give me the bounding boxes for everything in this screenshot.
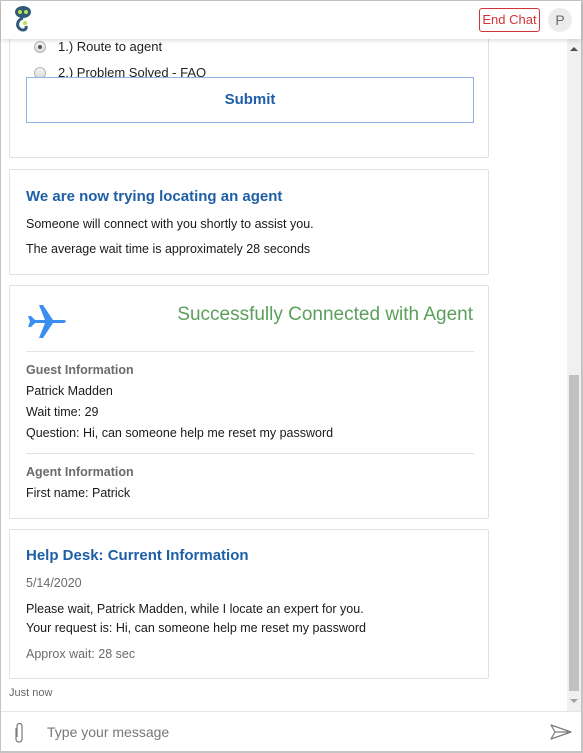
card-text: Your request is: Hi, can someone help me… xyxy=(26,621,366,635)
end-chat-button[interactable]: End Chat xyxy=(479,8,540,32)
guest-question: Question: Hi, can someone help me reset … xyxy=(26,426,334,440)
options-card: 1.) Route to agent 2.) Problem Solved - … xyxy=(9,39,489,158)
message-composer xyxy=(1,711,581,751)
date: 5/14/2020 xyxy=(26,576,82,590)
locating-agent-card: We are now trying locating an agent Some… xyxy=(9,169,489,275)
message-timestamp: Just now xyxy=(9,687,53,699)
chat-window: End Chat P 1.) Route to agent 2.) Proble… xyxy=(1,1,581,751)
robot-bot-icon xyxy=(15,6,31,32)
send-icon[interactable] xyxy=(550,724,572,740)
card-text: The average wait time is approximately 2… xyxy=(26,242,311,256)
agent-first-name: First name: Patrick xyxy=(26,486,131,500)
message-input[interactable] xyxy=(47,720,527,744)
user-avatar: P xyxy=(548,8,572,32)
card-title: Help Desk: Current Information xyxy=(26,547,249,564)
guest-name: Patrick Madden xyxy=(26,384,113,398)
divider xyxy=(26,453,474,454)
approx-wait: Approx wait: 28 sec xyxy=(26,647,136,661)
paperclip-icon[interactable] xyxy=(13,722,25,744)
card-title: We are now trying locating an agent xyxy=(26,188,283,205)
connected-title: Successfully Connected with Agent xyxy=(177,304,473,325)
helpdesk-card: Help Desk: Current Information 5/14/2020… xyxy=(9,529,489,679)
divider xyxy=(26,351,474,352)
submit-button[interactable]: Submit xyxy=(26,77,474,123)
transcript-scrollbar[interactable] xyxy=(567,39,581,711)
radio-button-checked[interactable] xyxy=(34,40,46,53)
wait-time: Wait time: 29 xyxy=(26,405,99,419)
scroll-thumb[interactable] xyxy=(569,375,579,691)
chat-transcript: 1.) Route to agent 2.) Problem Solved - … xyxy=(1,39,567,711)
chat-header: End Chat P xyxy=(1,1,581,39)
scroll-up-arrow-icon[interactable] xyxy=(570,47,578,51)
card-text: Please wait, Patrick Madden, while I loc… xyxy=(26,602,364,616)
airplane-icon xyxy=(28,305,66,338)
scroll-down-arrow-icon[interactable] xyxy=(570,699,578,703)
guest-info-heading: Guest Information xyxy=(26,363,134,377)
agent-info-heading: Agent Information xyxy=(26,465,134,479)
card-text: Someone will connect with you shortly to… xyxy=(26,217,314,231)
radio-option-route-agent[interactable]: 1.) Route to agent xyxy=(34,39,162,54)
connected-card: Successfully Connected with Agent Guest … xyxy=(9,285,489,519)
radio-label: 1.) Route to agent xyxy=(58,39,163,54)
